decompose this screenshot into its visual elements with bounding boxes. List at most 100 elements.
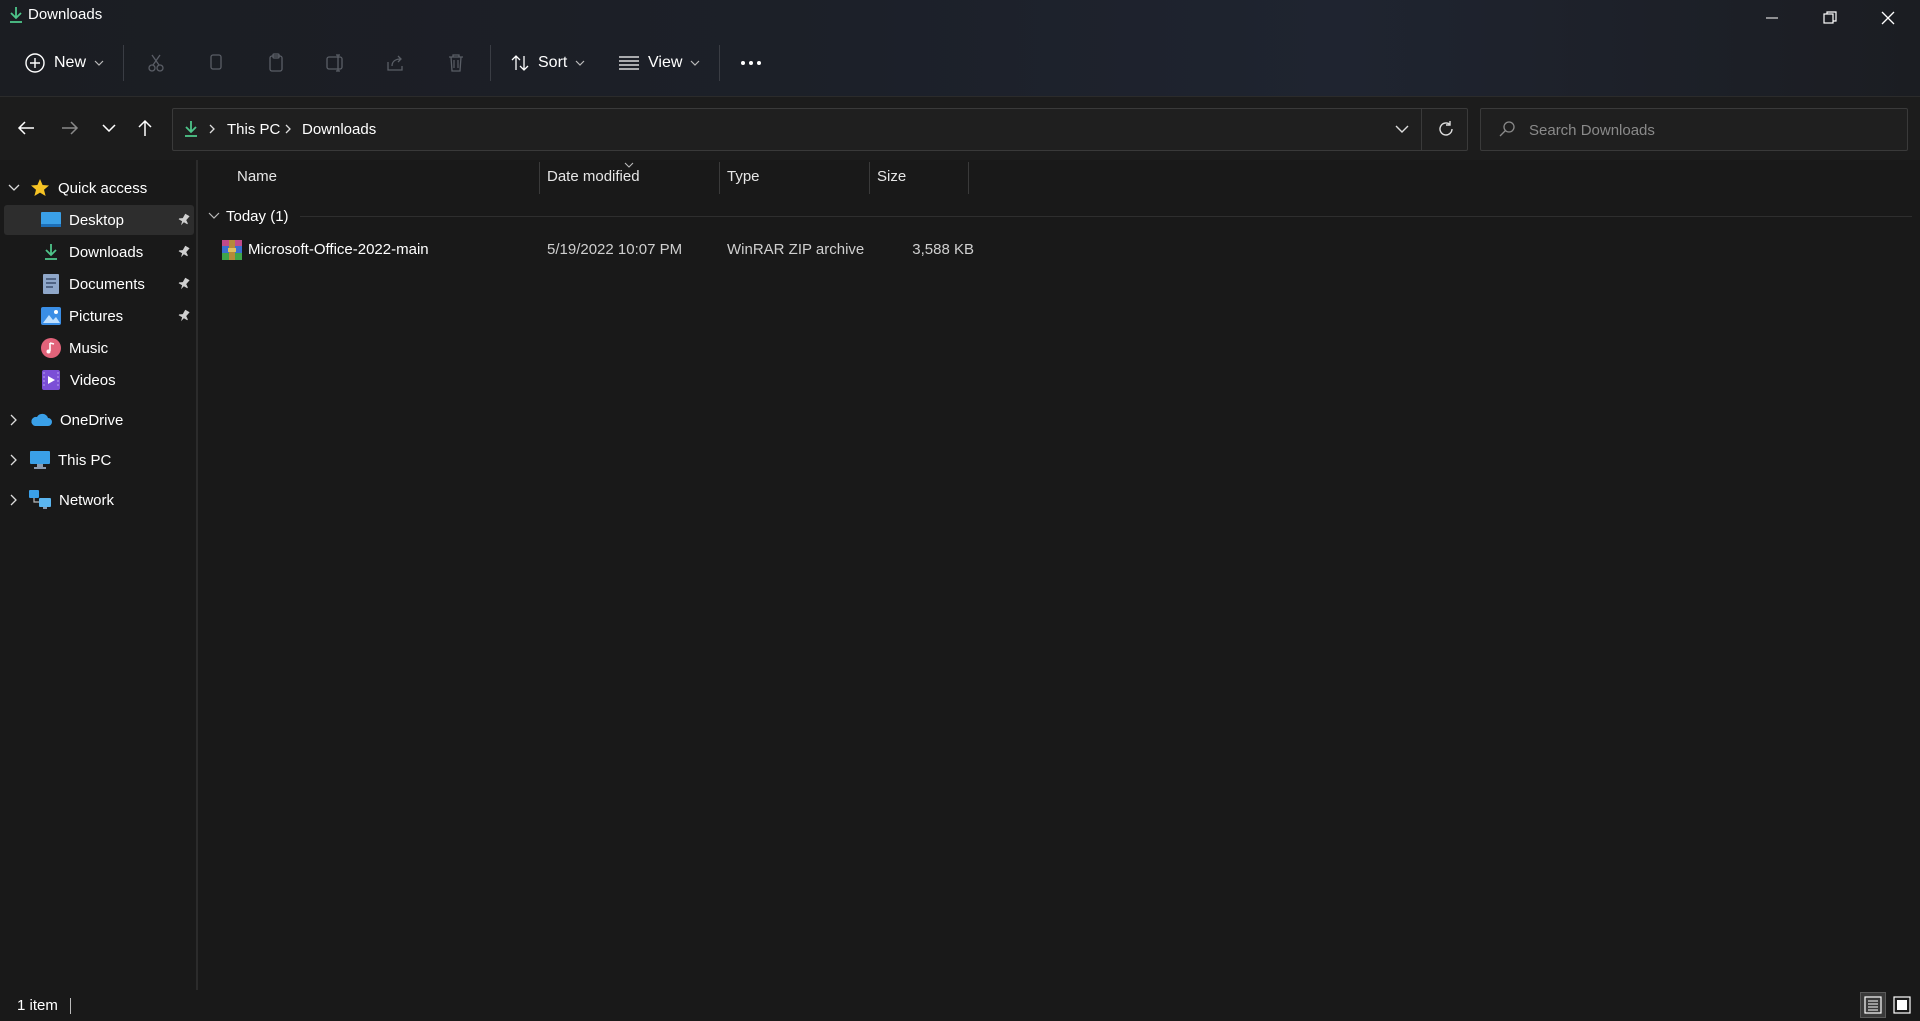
sidebar-item-label: Videos [70, 371, 116, 389]
sidebar-item-videos[interactable]: Videos [4, 365, 194, 395]
group-divider [300, 216, 1912, 217]
details-view-icon [1864, 996, 1882, 1014]
chevron-right-icon [10, 414, 17, 426]
up-button[interactable] [129, 112, 161, 144]
sidebar-item-onedrive[interactable]: OneDrive [10, 405, 190, 435]
cloud-icon [31, 413, 52, 426]
status-divider [70, 998, 71, 1014]
recent-locations-button[interactable] [93, 112, 125, 144]
breadcrumb-this-pc[interactable]: This PC [227, 121, 280, 138]
breadcrumb-downloads[interactable]: Downloads [302, 121, 376, 138]
chevron-right-icon [10, 494, 17, 506]
search-box[interactable] [1480, 108, 1908, 151]
computer-icon [30, 451, 50, 469]
downloads-arrow-icon [45, 244, 57, 260]
column-header-size[interactable]: Size [877, 168, 906, 185]
downloads-arrow-icon [183, 120, 199, 138]
new-label: New [54, 54, 87, 71]
column-resizer[interactable] [539, 162, 540, 194]
view-button[interactable]: View [618, 45, 700, 81]
sidebar-item-downloads[interactable]: Downloads [4, 237, 194, 267]
column-resizer[interactable] [869, 162, 870, 194]
view-lines-icon [619, 56, 639, 70]
back-button[interactable] [10, 112, 42, 144]
table-row[interactable]: Microsoft-Office-2022-main 5/19/2022 10:… [214, 236, 974, 264]
column-resizer[interactable] [968, 162, 969, 194]
view-label: View [648, 54, 683, 71]
sidebar-item-music[interactable]: Music [4, 333, 194, 363]
large-icons-view-button[interactable] [1889, 992, 1915, 1018]
sidebar-item-label: Pictures [69, 307, 124, 325]
restore-button[interactable] [1800, 0, 1860, 36]
arrow-right-icon [62, 121, 79, 135]
clipboard-icon [269, 53, 283, 72]
forward-button[interactable] [54, 112, 86, 144]
trash-icon [449, 54, 463, 72]
details-view-button[interactable] [1860, 992, 1886, 1018]
column-header-name[interactable]: Name [237, 168, 277, 185]
sidebar-item-label: Downloads [69, 243, 144, 261]
group-label: Today (1) [226, 207, 289, 225]
file-name: Microsoft-Office-2022-main [248, 241, 429, 258]
sidebar-item-label: Quick access [58, 179, 148, 197]
chevron-right-icon [10, 454, 17, 466]
refresh-icon[interactable] [1437, 120, 1455, 138]
pin-icon[interactable] [178, 245, 190, 259]
cut-button[interactable] [138, 45, 174, 81]
group-header-today[interactable]: Today (1) [208, 204, 289, 228]
minimize-button[interactable] [1742, 0, 1802, 36]
chevron-down-icon [8, 184, 20, 191]
pin-icon[interactable] [178, 213, 190, 227]
chevron-right-icon [209, 124, 215, 134]
sidebar-item-this-pc[interactable]: This PC [10, 445, 190, 475]
sidebar-item-label: Music [69, 339, 109, 357]
sidebar-item-pictures[interactable]: Pictures [4, 301, 194, 331]
item-count: 1 item [17, 997, 58, 1014]
share-icon [387, 55, 403, 71]
copy-icon [210, 54, 222, 70]
search-input[interactable] [1529, 119, 1889, 141]
pin-icon[interactable] [178, 309, 190, 323]
column-header-type[interactable]: Type [727, 168, 760, 185]
sidebar-item-desktop[interactable]: Desktop [4, 205, 194, 235]
sidebar-item-network[interactable]: Network [10, 485, 190, 515]
pictures-icon [41, 307, 61, 325]
sidebar-item-label: Network [59, 491, 115, 509]
scissors-icon [148, 54, 164, 72]
video-icon [42, 370, 60, 390]
plus-circle-icon [25, 53, 45, 73]
column-header-date-modified[interactable]: Date modified [547, 168, 640, 185]
close-button[interactable] [1858, 0, 1918, 36]
ellipsis-icon [741, 61, 761, 65]
address-history-chevron-icon[interactable] [1395, 125, 1409, 133]
sidebar-item-quick-access[interactable]: Quick access [8, 173, 188, 203]
column-resizer[interactable] [719, 162, 720, 194]
file-list-pane [198, 160, 1920, 990]
paste-button[interactable] [258, 45, 294, 81]
sidebar-item-label: Documents [69, 275, 145, 293]
toolbar-divider [123, 45, 124, 81]
downloads-arrow-icon [8, 6, 24, 24]
file-type: WinRAR ZIP archive [727, 241, 865, 258]
share-button[interactable] [378, 45, 414, 81]
chevron-down-icon [208, 212, 220, 219]
sidebar-item-documents[interactable]: Documents [4, 269, 194, 299]
toolbar-divider [490, 45, 491, 81]
new-button[interactable]: New [24, 45, 104, 81]
rename-button[interactable] [318, 45, 354, 81]
toolbar-divider [719, 45, 720, 81]
sort-button[interactable]: Sort [510, 45, 585, 81]
pin-icon[interactable] [178, 277, 190, 291]
file-size: 3,588 KB [912, 241, 974, 258]
network-icon [29, 490, 51, 509]
status-bar [0, 990, 1920, 1021]
delete-button[interactable] [438, 45, 474, 81]
chevron-down-icon [102, 124, 116, 132]
rename-icon [326, 54, 343, 72]
address-bar[interactable]: This PC Downloads [172, 108, 1468, 151]
copy-button[interactable] [198, 45, 234, 81]
more-options-button[interactable] [733, 45, 769, 81]
file-date-modified: 5/19/2022 10:07 PM [547, 241, 683, 258]
star-icon [31, 179, 49, 196]
minimize-icon [1766, 17, 1778, 19]
